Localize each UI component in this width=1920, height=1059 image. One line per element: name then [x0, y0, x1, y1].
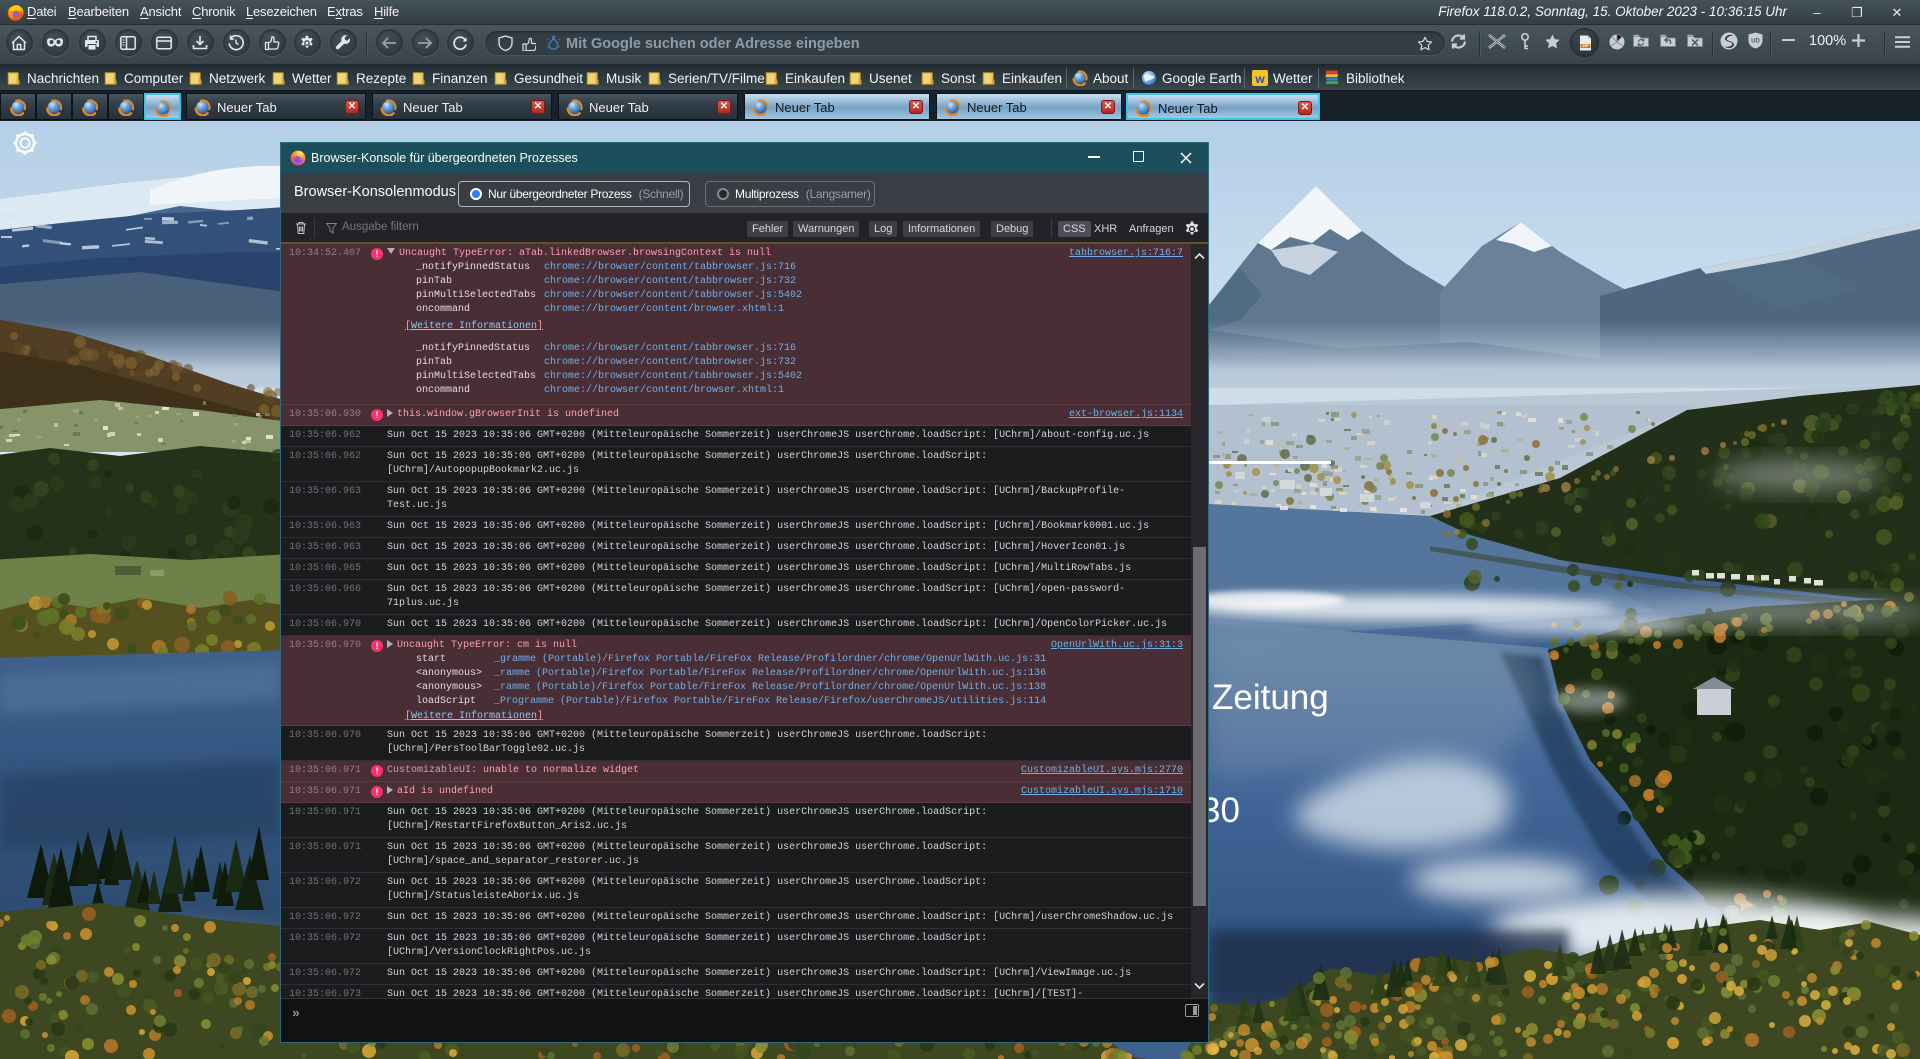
svg-text:UD: UD [1751, 39, 1760, 45]
svg-text:ZIP: ZIP [1582, 43, 1589, 48]
svg-text:Zeitung: Zeitung [1212, 678, 1329, 717]
svg-text:w: w [1254, 72, 1265, 86]
